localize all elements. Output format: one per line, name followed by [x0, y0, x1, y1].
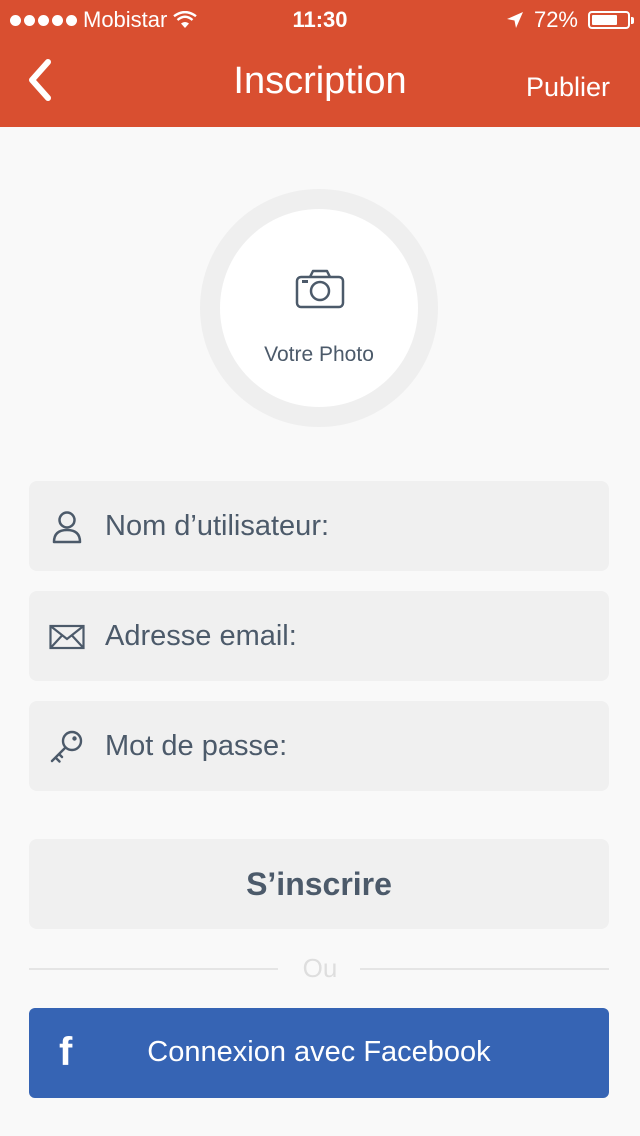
photo-label: Votre Photo: [264, 343, 374, 366]
facebook-login-button[interactable]: f Connexion avec Facebook: [29, 1008, 609, 1098]
nav-bar: Inscription Publier: [0, 40, 640, 127]
user-icon: [52, 511, 82, 544]
battery-icon: [588, 11, 634, 29]
battery-percent: 72%: [533, 7, 578, 32]
signup-button[interactable]: S’inscrire: [29, 839, 609, 929]
email-field[interactable]: [29, 591, 609, 681]
username-input[interactable]: [105, 481, 595, 571]
photo-picker-inner: Votre Photo: [220, 209, 418, 407]
status-right: 72%: [506, 7, 634, 33]
divider-right: [360, 968, 609, 970]
status-bar: Mobistar 11:30 72%: [0, 0, 640, 40]
email-input[interactable]: [105, 591, 595, 681]
username-field[interactable]: [29, 481, 609, 571]
camera-icon: [295, 269, 345, 309]
location-arrow-icon: [506, 12, 523, 28]
publish-button[interactable]: Publier: [526, 72, 610, 103]
key-icon: [50, 730, 83, 763]
facebook-login-label: Connexion avec Facebook: [147, 1036, 491, 1068]
envelope-icon: [49, 624, 85, 650]
password-field[interactable]: [29, 701, 609, 791]
password-input[interactable]: [105, 701, 595, 791]
app-header: Mobistar 11:30 72% Inscription Publier: [0, 0, 640, 127]
photo-picker[interactable]: Votre Photo: [200, 189, 438, 427]
